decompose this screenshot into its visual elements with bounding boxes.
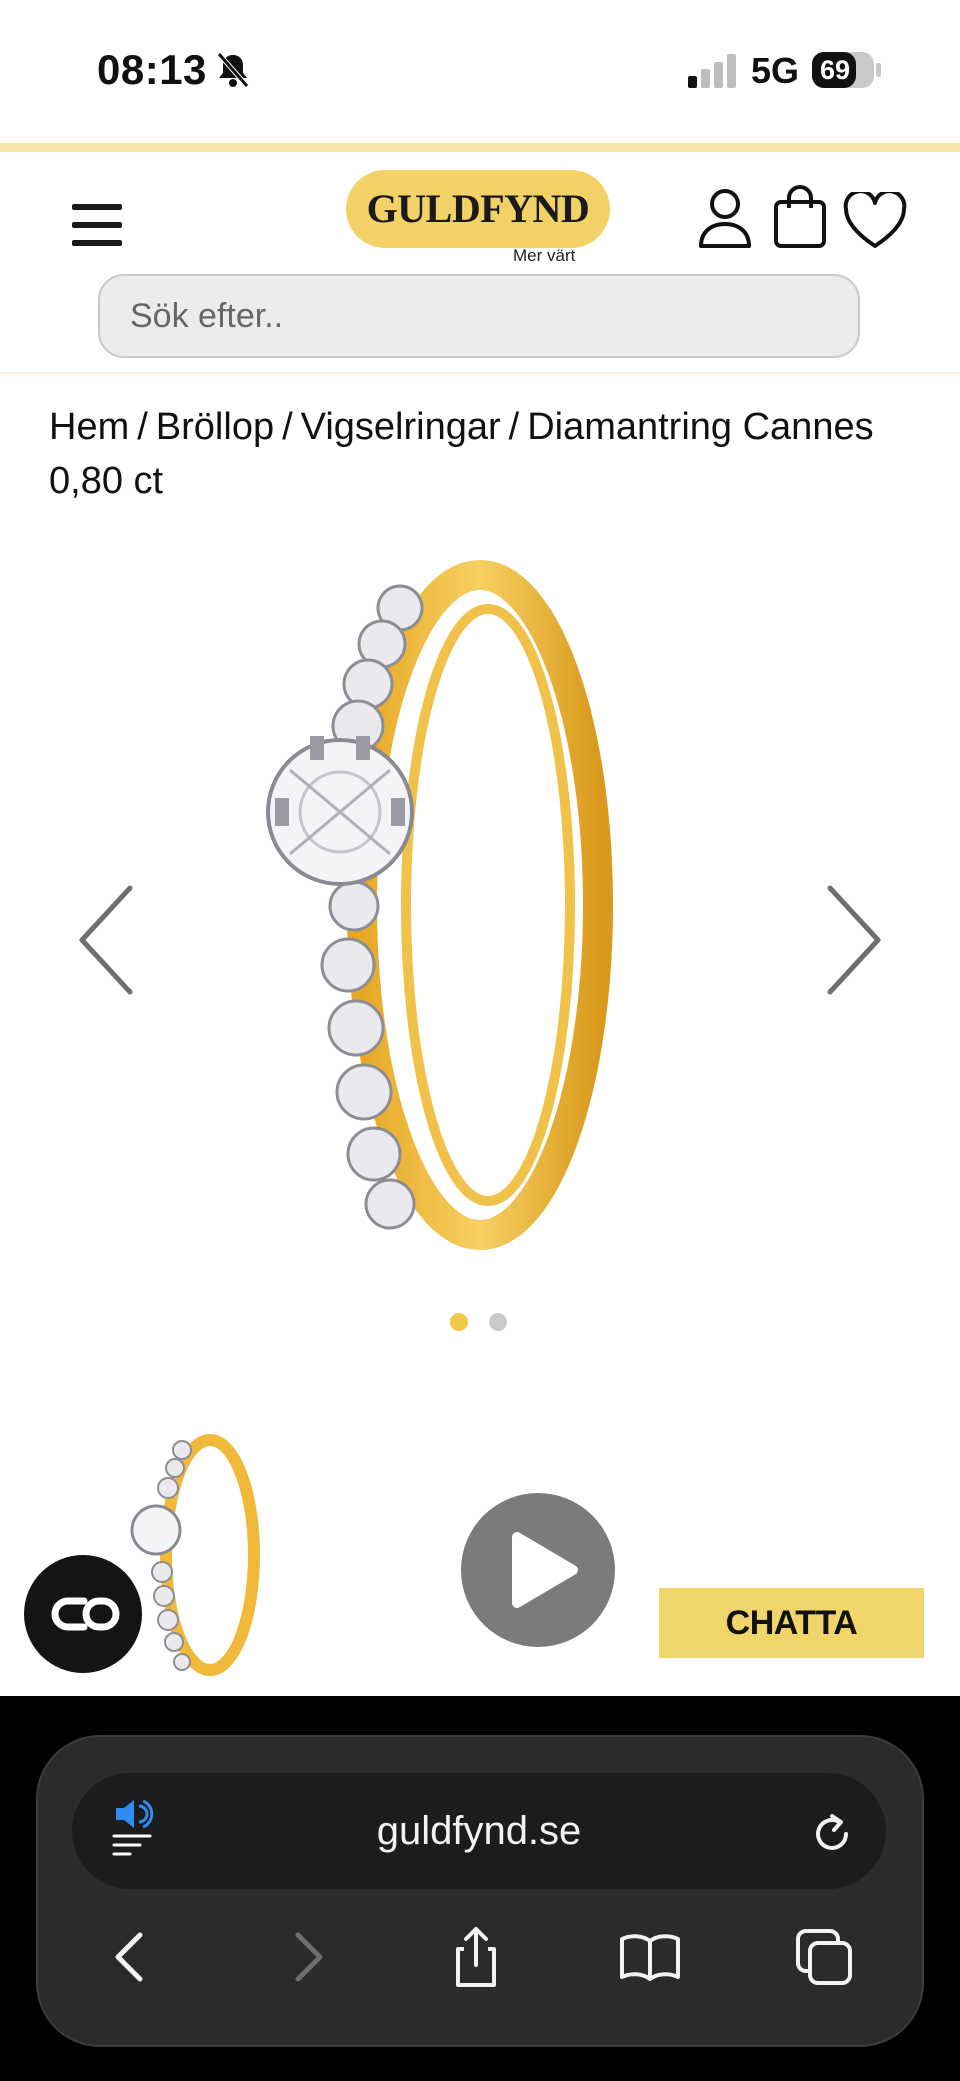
status-bar: 08:13 5G 69 bbox=[0, 0, 960, 140]
reload-icon[interactable] bbox=[808, 1810, 856, 1858]
bookmarks-icon[interactable] bbox=[618, 1925, 682, 1989]
breadcrumb-link-brollop[interactable]: Bröllop bbox=[156, 406, 274, 448]
product-image bbox=[266, 560, 613, 1250]
site-header: GULDFYND Mer värt Sök efter.. bbox=[0, 152, 960, 374]
tabs-icon[interactable] bbox=[792, 1925, 856, 1989]
play-icon bbox=[512, 1532, 578, 1608]
slide-dot-1[interactable] bbox=[450, 1313, 468, 1331]
share-icon[interactable] bbox=[444, 1925, 508, 1989]
header-divider bbox=[0, 372, 960, 378]
battery-icon: 69 bbox=[812, 52, 882, 88]
reader-audio-icon[interactable] bbox=[110, 1798, 160, 1858]
shopping-bag-icon[interactable] bbox=[772, 182, 828, 250]
chevron-left-icon[interactable] bbox=[72, 880, 142, 1000]
chat-button[interactable]: CHATTA bbox=[659, 1588, 924, 1658]
chat-logo-icon bbox=[51, 1597, 120, 1631]
heart-icon[interactable] bbox=[843, 192, 907, 250]
user-icon[interactable] bbox=[697, 186, 753, 250]
breadcrumb-link-home[interactable]: Hem bbox=[49, 406, 129, 448]
signal-icon bbox=[688, 54, 736, 88]
address-bar[interactable]: guldfynd.se bbox=[72, 1773, 886, 1889]
back-icon[interactable] bbox=[98, 1925, 162, 1989]
logo-tagline: Mer värt bbox=[513, 246, 576, 265]
header-accent-line bbox=[0, 143, 960, 152]
video-play-button[interactable] bbox=[461, 1493, 615, 1647]
bell-muted-icon bbox=[217, 52, 249, 88]
chevron-right-icon[interactable] bbox=[818, 880, 888, 1000]
breadcrumb: Hem / Bröllop / Vigselringar / Diamantring Can… bbox=[49, 406, 874, 502]
logo-text: GULDFYND bbox=[366, 186, 590, 231]
status-time: 08:13 bbox=[97, 46, 207, 93]
forward-icon bbox=[295, 1932, 323, 1982]
battery-level: 69 bbox=[820, 55, 851, 85]
product-gallery[interactable] bbox=[0, 540, 960, 1300]
slide-dot-2[interactable] bbox=[489, 1313, 507, 1331]
chat-widget-button[interactable] bbox=[24, 1555, 142, 1673]
network-label: 5G bbox=[751, 50, 800, 91]
menu-icon[interactable] bbox=[72, 204, 122, 246]
breadcrumb-link-vigselringar[interactable]: Vigselringar bbox=[301, 406, 501, 448]
logo[interactable]: GULDFYND bbox=[346, 170, 610, 248]
search-input[interactable]: Sök efter.. bbox=[98, 274, 860, 358]
url-text: guldfynd.se bbox=[376, 1809, 582, 1853]
